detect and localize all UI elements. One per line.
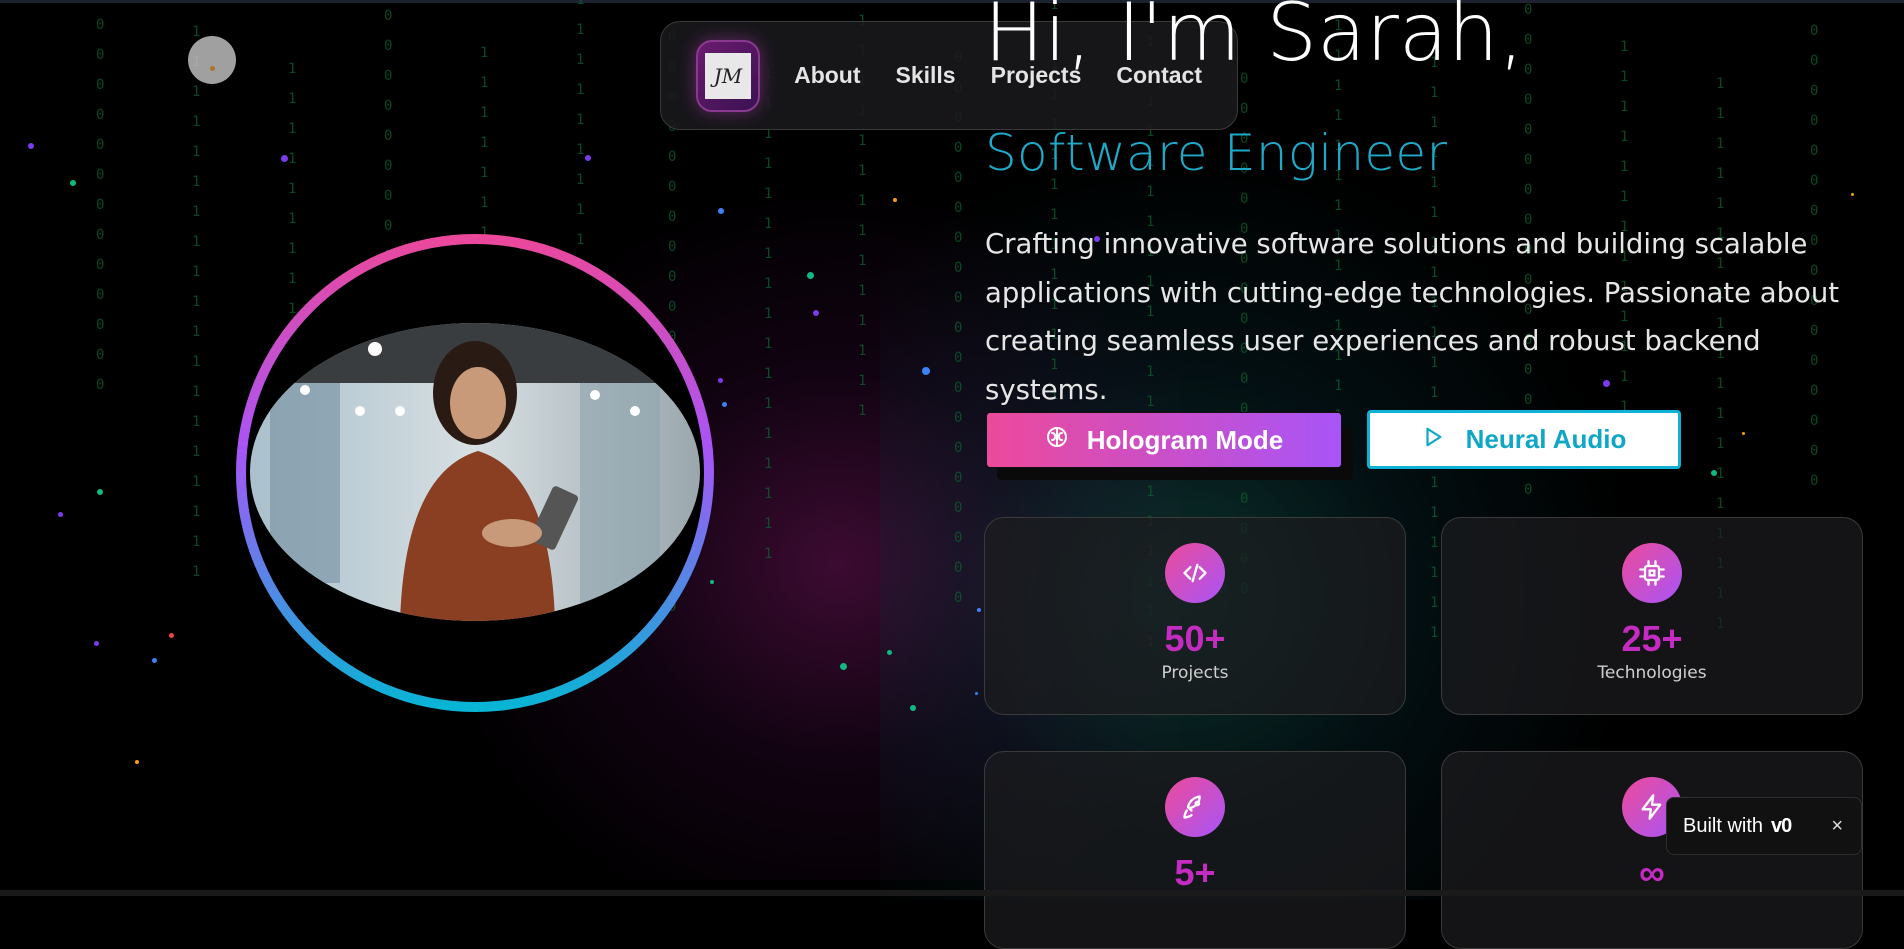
hero-greeting: Hi, I'm Sarah,: [984, 0, 1525, 79]
particle: [718, 378, 723, 383]
particle: [710, 580, 714, 584]
code-icon: [1165, 543, 1225, 603]
particle: [807, 272, 814, 279]
stat-value: 5+: [1174, 852, 1216, 893]
built-with-text: Built with: [1683, 814, 1764, 837]
hologram-mode-button[interactable]: Hologram Mode: [986, 412, 1342, 468]
hero-role: Software Engineer: [985, 124, 1448, 182]
profile-photo: [250, 323, 700, 621]
hologram-mode-label: Hologram Mode: [1086, 424, 1284, 455]
matrix-column: 1 1 1 1 1 1 1 1 1 1 1 1 1 1 1 1 1: [764, 66, 773, 562]
particle: [135, 760, 139, 764]
matrix-column: 1 1 1 1 1 1 1 1 1 1 1 1 1 1 1 1 1 1 1: [192, 24, 201, 580]
play-icon: [1422, 424, 1444, 455]
particle: [1711, 470, 1717, 476]
stat-value: 25+: [1621, 618, 1683, 659]
nav-link-about[interactable]: About: [794, 62, 860, 89]
built-with-badge[interactable]: Built with v0 ×: [1666, 797, 1862, 855]
particle: [887, 650, 892, 655]
particle: [922, 367, 930, 375]
particle: [585, 155, 591, 161]
particle: [718, 208, 724, 214]
particle: [94, 641, 99, 646]
stat-card-3: 5+: [984, 751, 1406, 949]
particle: [152, 658, 157, 663]
neural-audio-label: Neural Audio: [1465, 424, 1627, 454]
particle: [97, 489, 103, 495]
particle: [722, 402, 727, 407]
particle: [1851, 193, 1854, 196]
cursor-follower: [188, 36, 236, 84]
stat-card-projects: 50+ Projects: [984, 517, 1406, 715]
particle: [70, 180, 76, 186]
stat-label: Projects: [1161, 663, 1229, 683]
stat-value: 50+: [1164, 618, 1226, 659]
rocket-icon: [1165, 777, 1225, 837]
nav-link-skills[interactable]: Skills: [896, 62, 956, 89]
neural-audio-button[interactable]: Neural Audio: [1367, 410, 1681, 469]
particle: [910, 705, 916, 711]
cpu-icon: [1622, 543, 1682, 603]
logo-mark: JM: [705, 52, 752, 99]
matrix-column: 0 0 0 0 0 0 0 0 0 0 0 0 0 0: [96, 0, 105, 393]
particle: [975, 692, 978, 695]
particle: [1742, 432, 1745, 435]
top-border: [0, 0, 1904, 3]
stat-label: Technologies: [1597, 663, 1707, 683]
particle: [977, 608, 981, 612]
particle: [28, 143, 34, 149]
bottom-border: [0, 890, 1904, 896]
particle: [813, 310, 819, 316]
v0-logo: v0: [1771, 814, 1792, 837]
particle: [840, 663, 847, 670]
brain-icon: [1045, 425, 1069, 456]
stat-value: ∞: [1639, 852, 1665, 893]
stat-card-technologies: 25+ Technologies: [1441, 517, 1863, 715]
particle: [58, 512, 63, 517]
particle: [169, 633, 174, 638]
hero-bio: Crafting innovative software solutions a…: [985, 228, 1840, 406]
particle: [893, 198, 897, 202]
logo[interactable]: JM: [696, 39, 761, 112]
particle: [281, 155, 288, 162]
close-icon[interactable]: ×: [1831, 815, 1843, 838]
